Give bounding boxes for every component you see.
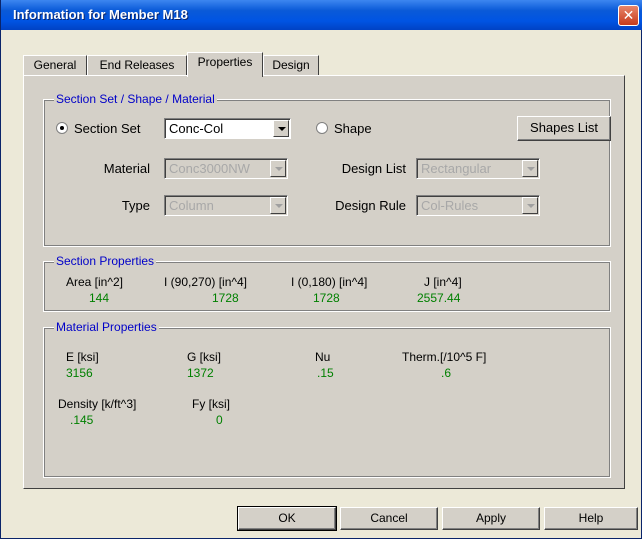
tab-end-releases[interactable]: End Releases	[87, 55, 187, 75]
g-label: G [ksi]	[187, 350, 222, 364]
shape-radio[interactable]	[316, 122, 328, 134]
therm-label: Therm.[/10^5 F]	[402, 350, 487, 364]
radio-selected-dot	[60, 126, 64, 130]
group-title-section-properties: Section Properties	[54, 254, 157, 268]
design-list-combo: Rectangular	[416, 158, 540, 179]
g-value: 1372	[187, 366, 214, 380]
design-list-label: Design List	[341, 161, 406, 176]
area-value: 144	[89, 291, 110, 305]
design-rule-value: Col-Rules	[421, 198, 479, 213]
close-button[interactable]: ✕	[618, 5, 639, 26]
therm-value: .6	[441, 366, 452, 380]
tab-design[interactable]: Design	[263, 55, 319, 75]
i-0-180-label: I (0,180) [in^4]	[291, 275, 368, 289]
chevron-down-icon	[270, 160, 286, 177]
material-properties-group: Material Properties E [ksi] 3156 G [ksi]…	[43, 320, 611, 478]
density-label: Density [k/ft^3]	[58, 397, 137, 411]
nu-label: Nu	[315, 350, 331, 364]
material-label: Material	[103, 161, 150, 176]
density-value: .145	[70, 413, 94, 427]
e-value: 3156	[66, 366, 93, 380]
type-value: Column	[169, 198, 214, 213]
design-rule-label: Design Rule	[335, 198, 406, 213]
material-combo: Conc3000NW	[164, 158, 288, 179]
section-set-radio[interactable]	[56, 122, 68, 134]
section-set-label: Section Set	[74, 121, 141, 136]
properties-panel: Section Set / Shape / Material Section S…	[23, 75, 625, 489]
shape-label: Shape	[334, 121, 372, 136]
window-title: Information for Member M18	[13, 7, 188, 22]
chevron-down-icon	[522, 197, 538, 214]
shapes-list-button[interactable]: Shapes List	[517, 116, 611, 141]
cancel-button[interactable]: Cancel	[340, 507, 438, 530]
j-label: J [in^4]	[424, 275, 462, 289]
design-rule-combo: Col-Rules	[416, 195, 540, 216]
help-button[interactable]: Help	[544, 507, 638, 530]
ok-button[interactable]: OK	[237, 506, 337, 531]
section-set-value: Conc-Col	[169, 121, 224, 136]
material-value: Conc3000NW	[169, 161, 250, 176]
section-shape-material-group: Section Set / Shape / Material Section S…	[43, 92, 611, 247]
section-properties-group: Section Properties Area [in^2] 144 I (90…	[43, 254, 611, 312]
chevron-down-icon	[522, 160, 538, 177]
chevron-down-icon	[270, 197, 286, 214]
tab-general[interactable]: General	[23, 55, 87, 75]
fy-value: 0	[216, 413, 223, 427]
nu-value: .15	[317, 366, 334, 380]
group-title-material-properties: Material Properties	[54, 320, 159, 334]
close-icon: ✕	[622, 7, 635, 23]
j-value: 2557.44	[417, 291, 461, 305]
group-title-section-set: Section Set / Shape / Material	[54, 92, 217, 106]
tab-properties[interactable]: Properties	[187, 52, 263, 77]
type-label: Type	[121, 198, 150, 213]
type-combo: Column	[164, 195, 288, 216]
fy-label: Fy [ksi]	[192, 397, 230, 411]
chevron-down-icon[interactable]	[273, 120, 289, 137]
i-90-270-label: I (90,270) [in^4]	[164, 275, 248, 289]
design-list-value: Rectangular	[421, 161, 492, 176]
title-bar[interactable]: Information for Member M18 ✕	[1, 0, 642, 30]
e-label: E [ksi]	[66, 350, 99, 364]
i-0-180-value: 1728	[313, 291, 340, 305]
apply-button[interactable]: Apply	[442, 507, 540, 530]
area-label: Area [in^2]	[66, 275, 123, 289]
section-set-combo[interactable]: Conc-Col	[164, 118, 291, 139]
dialog-window: Information for Member M18 ✕ General End…	[0, 0, 642, 539]
i-90-270-value: 1728	[212, 291, 239, 305]
